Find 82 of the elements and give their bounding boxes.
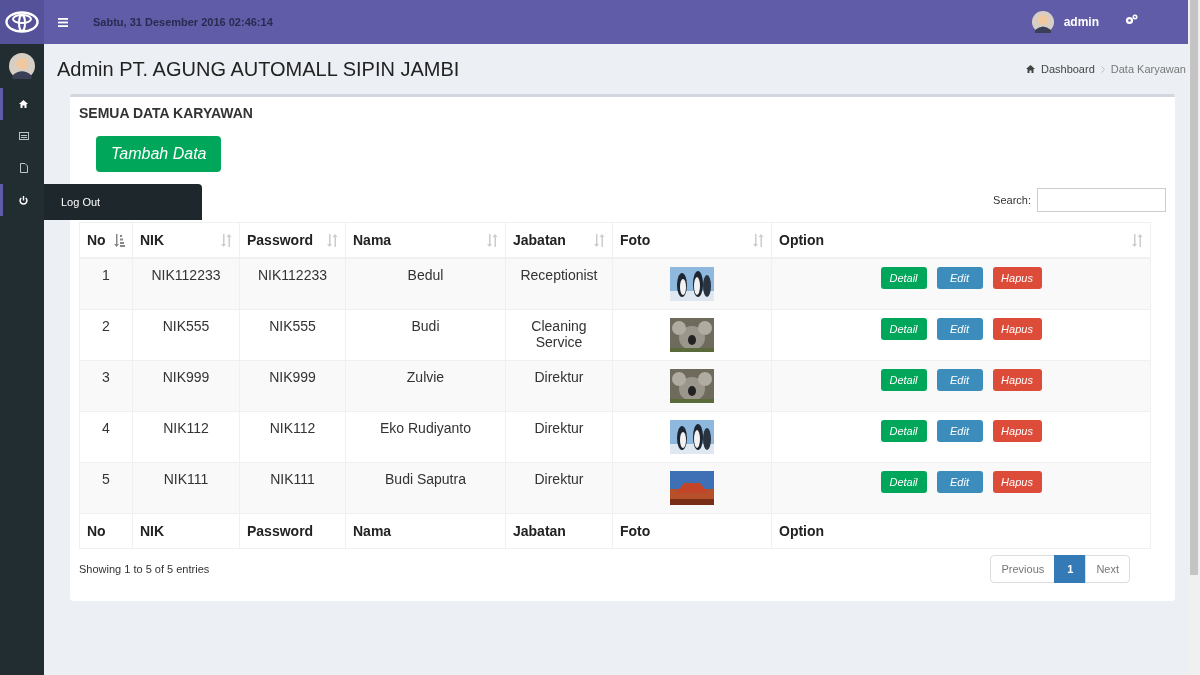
search-label: Search: [993,194,1031,206]
column-footer: Jabatan [505,513,613,549]
table-cell: Zulvie [345,360,506,412]
column-footer: Option [771,513,1151,549]
table-cell: NIK112 [239,411,346,463]
scrollbar-thumb[interactable] [1190,0,1198,575]
table-cell: Cleaning Service [505,309,613,361]
column-label: Foto [620,232,651,248]
pagination-button[interactable]: Next [1085,555,1130,583]
table-cell: NIK112233 [239,258,346,310]
table-cell: NIK555 [132,309,240,361]
column-label: No [87,232,106,248]
power-icon [19,195,28,205]
edit-button[interactable]: Edit [936,267,983,289]
column-label: Jabatan [513,232,566,248]
detail-button[interactable]: Detail [880,318,927,340]
pagination-button[interactable]: Previous [990,555,1056,583]
breadcrumb-link[interactable]: Dashboard [1040,63,1095,75]
table-cell: 3 [79,360,133,412]
home-icon [19,100,28,108]
file-icon [19,163,28,173]
column-label: Option [779,232,825,248]
table-cell: NIK999 [239,360,346,412]
sort-icon[interactable] [113,233,125,247]
table-cell: NIK112 [132,411,240,463]
add-data-button[interactable]: Tambah Data [96,136,222,172]
column-footer: NIK [132,513,240,549]
edit-button[interactable]: Edit [936,471,983,493]
delete-button[interactable]: Hapus [992,369,1042,391]
column-footer: Password [239,513,346,549]
detail-button[interactable]: Detail [880,420,927,442]
delete-button[interactable]: Hapus [992,267,1042,289]
avatar-icon[interactable] [9,53,35,79]
user-name[interactable]: admin [1063,15,1099,29]
entries-info: Showing 1 to 5 of 5 entries [79,563,210,575]
table-cell: Receptionist [505,258,613,310]
table-cell: NIK555 [239,309,346,361]
column-label: NIK [140,232,165,248]
detail-button[interactable]: Detail [880,471,927,493]
table-cell: Direktur [505,360,613,412]
delete-button[interactable]: Hapus [992,318,1042,340]
column-footer: Foto [612,513,772,549]
table-cell: NIK999 [132,360,240,412]
scrollbar[interactable] [1188,0,1200,675]
breadcrumb-current: Data Karyawan [1110,63,1186,75]
column-footer: Nama [345,513,506,549]
table-cell: 1 [79,258,133,310]
table-cell: Direktur [505,462,613,514]
table-cell: Bedul [345,258,506,310]
search-field[interactable] [1037,188,1166,212]
table-cell: NIK112233 [132,258,240,310]
table-cell: 4 [79,411,133,463]
page-title: Admin PT. AGUNG AUTOMALL SIPIN JAMBI [57,57,461,81]
edit-button[interactable]: Edit [936,318,983,340]
edit-button[interactable]: Edit [936,369,983,391]
log-out-menu-item[interactable]: Log Out [44,184,202,220]
chevron-icon [1100,65,1105,73]
logo-icon[interactable] [5,11,39,33]
list-icon [18,132,29,140]
table-cell: 2 [79,309,133,361]
detail-button[interactable]: Detail [880,369,927,391]
table-cell: NIK111 [132,462,240,514]
delete-button[interactable]: Hapus [992,471,1042,493]
menu-icon[interactable] [58,17,68,27]
delete-button[interactable]: Hapus [992,420,1042,442]
home-icon [1025,65,1035,73]
date-time: Sabtu, 31 Desember 2016 02:46:14 [93,16,273,28]
edit-button[interactable]: Edit [936,420,983,442]
avatar-icon[interactable] [1031,11,1054,33]
table-cell: Eko Rudiyanto [345,411,506,463]
detail-button[interactable]: Detail [880,267,927,289]
gears-icon[interactable] [1125,13,1138,25]
table-cell: NIK111 [239,462,346,514]
table-cell: 5 [79,462,133,514]
column-label: Password [247,232,314,248]
column-footer: No [79,513,133,549]
pagination-button[interactable]: 1 [1054,555,1087,583]
table-cell: Budi [345,309,506,361]
table-cell: Direktur [505,411,613,463]
panel-title: SEMUA DATA KARYAWAN [79,105,254,121]
column-label: Nama [353,232,392,248]
table-cell: Budi Saputra [345,462,506,514]
